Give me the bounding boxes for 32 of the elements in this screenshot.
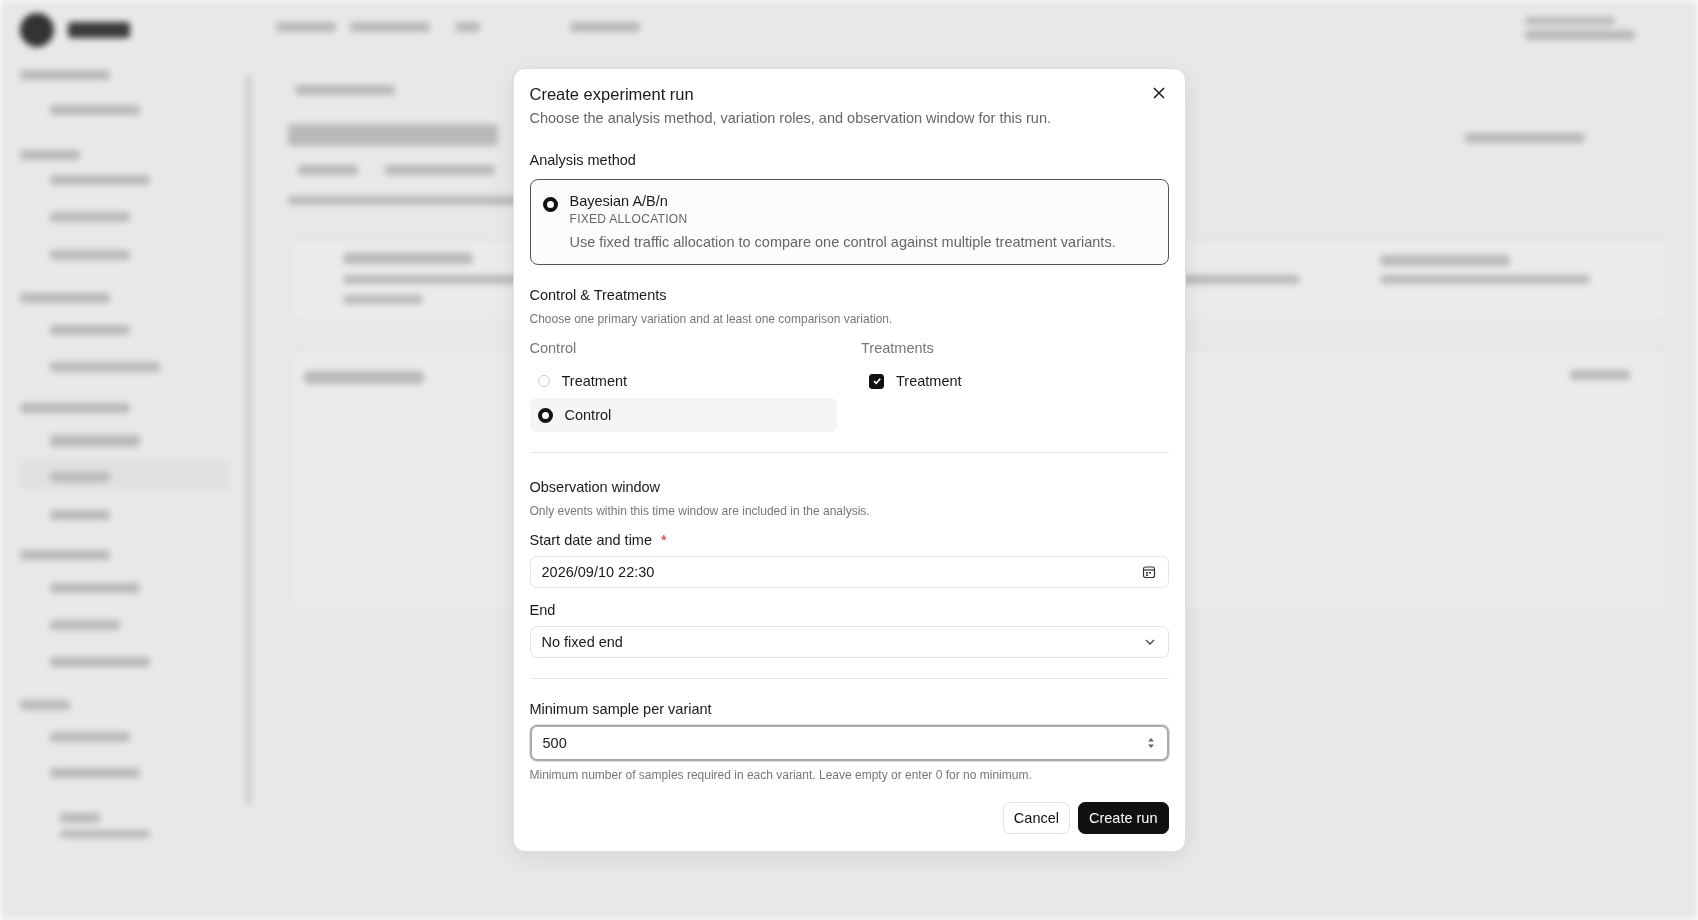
create-button[interactable]: Create run	[1078, 802, 1169, 834]
control-option[interactable]: Treatment	[529, 364, 837, 398]
column-label: Treatments	[861, 340, 935, 356]
option-tag: FIXED ALLOCATION	[569, 212, 1116, 226]
option-label: Treatment	[896, 373, 962, 389]
checkbox[interactable]	[869, 373, 884, 389]
section-label: Control & Treatments	[529, 287, 668, 303]
section-hint: Choose one primary variation and at least one comparison variation.	[529, 312, 894, 326]
dialog-subtitle: Choose the analysis method, variation roles, and observation window for this run.	[529, 110, 1051, 126]
required-asterisk: *	[661, 532, 667, 548]
section-hint: Only events within this time window are included in the analysis.	[529, 504, 871, 518]
analysis-option[interactable]: Bayesian A/B/n FIXED ALLOCATION Use fixed traffic allocation to compare one control against multiple treatment variants.	[529, 179, 1169, 265]
option-description: Use fixed traffic allocation to compare one control against multiple treatment variants.	[569, 234, 1116, 250]
option-title: Bayesian A/B/n	[569, 193, 669, 209]
column-label: Control	[529, 340, 578, 356]
dialog-title: Create experiment run	[529, 84, 695, 105]
cancel-button[interactable]: Cancel	[1002, 802, 1070, 834]
stepper-icon[interactable]	[1146, 736, 1155, 750]
checkmark-icon	[871, 376, 882, 386]
control-option[interactable]: Control	[529, 398, 837, 432]
date-time-field[interactable]: 2026/09/10 22:30	[529, 556, 1169, 588]
field-label: Minimum sample per variant	[529, 701, 712, 717]
section-label: Observation window	[529, 479, 662, 495]
close-icon[interactable]	[1152, 87, 1165, 99]
field-label: End	[529, 602, 556, 618]
calendar-icon[interactable]	[1141, 565, 1156, 579]
field-label: Start date and time	[529, 532, 652, 548]
number-field[interactable]: 500	[529, 725, 1169, 761]
end-select[interactable]: No fixed end	[529, 626, 1169, 658]
field-hint: Minimum number of samples required in each variant. Leave empty or enter 0 for no minimum.	[529, 768, 1033, 782]
radio-button[interactable]	[542, 197, 558, 212]
section-label: Analysis method	[529, 152, 637, 168]
